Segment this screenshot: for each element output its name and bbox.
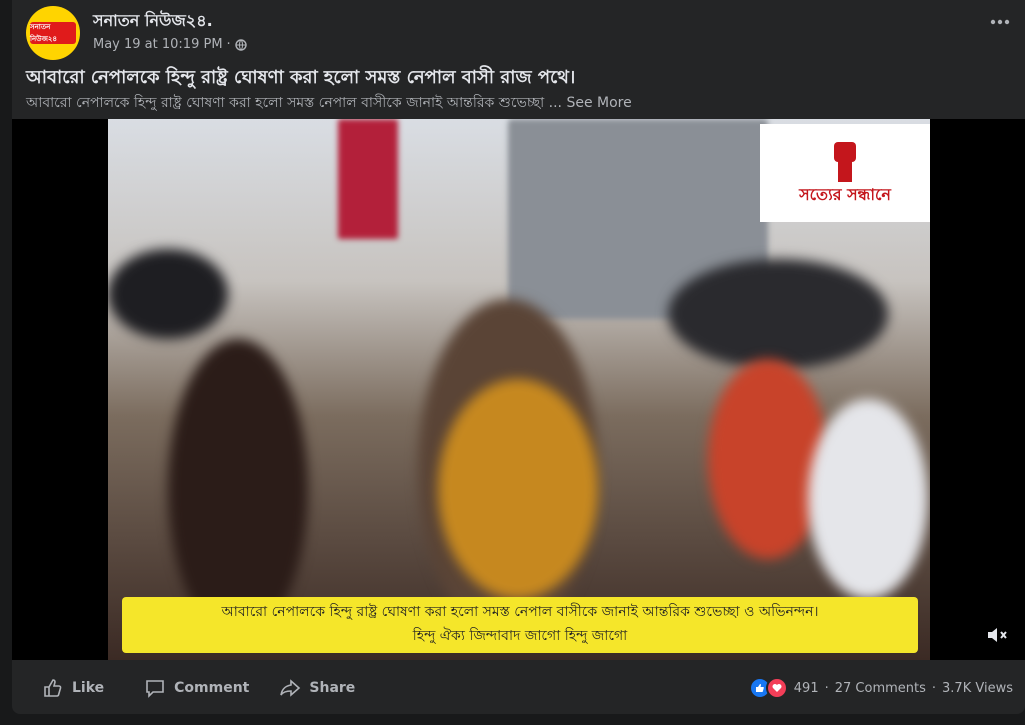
share-icon [280,679,301,697]
reaction-icons[interactable] [748,677,788,699]
reaction-count[interactable]: 491 [794,681,819,696]
raised-fist-icon [834,141,856,182]
video-caption: আবারো নেপালকে হিন্দু রাষ্ট্র ঘোষণা করা হ… [122,597,918,653]
thumbs-up-icon [44,679,62,697]
like-label: Like [72,680,105,696]
post-text: আবারো নেপালকে হিন্দু রাষ্ট্র ঘোষণা করা হ… [26,91,632,115]
love-reaction-icon [765,677,788,699]
channel-watermark: সত্যের সন্ধানে [760,124,930,222]
avatar-text: সনাতন নিউজ২৪ [30,24,57,43]
stats-separator: · [824,680,829,696]
scene-umbrella [108,249,228,339]
comment-button[interactable]: Comment [144,677,249,699]
reaction-summary: 491 · 27 Comments · 3.7K Views [748,677,1013,699]
share-button[interactable]: Share [279,677,355,699]
more-options-button[interactable] [985,10,1015,34]
scene-garland [438,379,598,599]
video-frame[interactable]: সত্যের সন্ধানে আবারো নেপালকে হিন্দু রাষ্… [108,119,930,660]
speaker-muted-icon [988,628,1007,642]
scene-flag [338,119,398,239]
meta-separator: · [226,37,231,52]
comment-label: Comment [174,680,250,696]
post-text-body: আবারো নেপালকে হিন্দু রাষ্ট্র ঘোষণা করা হ… [26,95,562,111]
video-player[interactable]: সত্যের সন্ধানে আবারো নেপালকে হিন্দু রাষ্… [12,119,1025,660]
more-dots-icon [990,19,1010,25]
share-label: Share [309,680,356,696]
scene-umbrella [668,259,888,369]
action-bar: Like Comment Share 491 · 27 Comments · 3… [12,668,1025,708]
post-timestamp[interactable]: May 19 at 10:19 PM [93,37,223,52]
post-card: সনাতন নিউজ২৪ সনাতন নিউজ২৪. May 19 at 10:… [12,0,1025,714]
comments-count[interactable]: 27 Comments [835,681,926,696]
watermark-text: সত্যের সন্ধানে [799,184,891,204]
stats-separator: · [931,680,937,696]
globe-icon [234,38,247,51]
scene-person [808,399,928,599]
page-name[interactable]: সনাতন নিউজ২৪. [93,8,213,35]
caption-line-1: আবারো নেপালকে হিন্দু রাষ্ট্র ঘোষণা করা হ… [221,604,819,620]
avatar[interactable]: সনাতন নিউজ২৪ [26,6,80,60]
mute-button[interactable] [985,623,1009,647]
views-count: 3.7K Views [942,680,1013,696]
caption-line-2: হিন্দু ঐক্য জিন্দাবাদ জাগো হিন্দু জাগো [412,628,628,644]
like-button[interactable]: Like [42,677,104,699]
post-title: আবারো নেপালকে হিন্দু রাষ্ট্র ঘোষণা করা হ… [26,67,576,88]
post-meta: May 19 at 10:19 PM · [93,37,247,52]
avatar-logo: সনাতন নিউজ২৪ [30,22,76,44]
comment-icon [146,680,164,698]
scene-person [168,339,308,639]
see-more-link[interactable]: See More [566,95,631,111]
